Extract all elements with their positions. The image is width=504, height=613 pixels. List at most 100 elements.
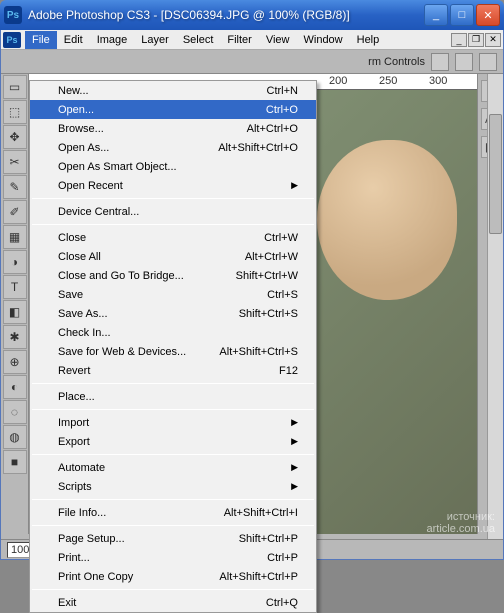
menu-item-new[interactable]: New...Ctrl+N — [30, 81, 316, 100]
close-button[interactable]: ✕ — [476, 4, 500, 26]
menu-item-check-in[interactable]: Check In... — [30, 323, 316, 342]
menu-shortcut: Alt+Ctrl+W — [225, 251, 298, 263]
menu-item-close[interactable]: CloseCtrl+W — [30, 228, 316, 247]
menu-item-close-and-go-to-bridge[interactable]: Close and Go To Bridge...Shift+Ctrl+W — [30, 266, 316, 285]
title-bar: Ps Adobe Photoshop CS3 - [DSC06394.JPG @… — [0, 0, 504, 30]
app-icon: Ps — [4, 6, 22, 24]
menu-layer[interactable]: Layer — [134, 31, 176, 49]
menu-view[interactable]: View — [259, 31, 297, 49]
menu-item-import[interactable]: Import▶ — [30, 413, 316, 432]
maximize-button[interactable]: □ — [450, 4, 474, 26]
menu-item-label: Check In... — [58, 327, 298, 339]
menu-item-label: Open... — [58, 104, 246, 116]
options-icon-3[interactable] — [479, 53, 497, 71]
menu-shortcut: Ctrl+P — [247, 552, 298, 564]
menu-item-automate[interactable]: Automate▶ — [30, 458, 316, 477]
menu-item-label: New... — [58, 85, 247, 97]
menu-bar: Ps File Edit Image Layer Select Filter V… — [1, 30, 503, 50]
menu-separator — [32, 525, 314, 526]
menu-shortcut: Alt+Ctrl+O — [227, 123, 298, 135]
minimize-button[interactable]: _ — [424, 4, 448, 26]
menu-item-print[interactable]: Print...Ctrl+P — [30, 548, 316, 567]
menu-filter[interactable]: Filter — [220, 31, 258, 49]
vertical-scrollbar[interactable] — [487, 74, 503, 539]
tool-10[interactable]: ✱ — [3, 325, 27, 349]
menu-shortcut: Ctrl+O — [246, 104, 298, 116]
menu-item-open-as-smart-object[interactable]: Open As Smart Object... — [30, 157, 316, 176]
menu-item-save[interactable]: SaveCtrl+S — [30, 285, 316, 304]
menu-item-label: Close and Go To Bridge... — [58, 270, 216, 282]
options-icon-1[interactable] — [431, 53, 449, 71]
tool-0[interactable]: ▭ — [3, 75, 27, 99]
menu-item-label: Exit — [58, 597, 246, 609]
menu-item-exit[interactable]: ExitCtrl+Q — [30, 593, 316, 612]
menu-item-open-as[interactable]: Open As...Alt+Shift+Ctrl+O — [30, 138, 316, 157]
menu-item-label: Print One Copy — [58, 571, 199, 583]
menu-item-close-all[interactable]: Close AllAlt+Ctrl+W — [30, 247, 316, 266]
menu-item-print-one-copy[interactable]: Print One CopyAlt+Shift+Ctrl+P — [30, 567, 316, 586]
menu-item-file-info[interactable]: File Info...Alt+Shift+Ctrl+I — [30, 503, 316, 522]
menu-item-label: File Info... — [58, 507, 204, 519]
menu-item-browse[interactable]: Browse...Alt+Ctrl+O — [30, 119, 316, 138]
tool-8[interactable]: T — [3, 275, 27, 299]
submenu-arrow-icon: ▶ — [291, 180, 298, 191]
menu-item-save-as[interactable]: Save As...Shift+Ctrl+S — [30, 304, 316, 323]
menu-item-label: Device Central... — [58, 206, 298, 218]
menu-item-label: Open Recent — [58, 180, 291, 192]
tool-13[interactable]: ◌ — [3, 400, 27, 424]
tool-6[interactable]: ▦ — [3, 225, 27, 249]
menu-item-label: Open As Smart Object... — [58, 161, 298, 173]
tool-2[interactable]: ✥ — [3, 125, 27, 149]
ruler-mark: 300 — [429, 75, 447, 87]
menu-item-page-setup[interactable]: Page Setup...Shift+Ctrl+P — [30, 529, 316, 548]
menu-item-label: Close — [58, 232, 244, 244]
menu-item-label: Save As... — [58, 308, 219, 320]
menu-item-label: Close All — [58, 251, 225, 263]
ruler-mark: 200 — [329, 75, 347, 87]
tool-14[interactable]: ◍ — [3, 425, 27, 449]
tool-1[interactable]: ⬚ — [3, 100, 27, 124]
mdi-restore-button[interactable]: ❐ — [468, 33, 484, 47]
tool-9[interactable]: ◧ — [3, 300, 27, 324]
menu-item-export[interactable]: Export▶ — [30, 432, 316, 451]
menu-item-save-for-web-devices[interactable]: Save for Web & Devices...Alt+Shift+Ctrl+… — [30, 342, 316, 361]
mdi-minimize-button[interactable]: _ — [451, 33, 467, 47]
menu-help[interactable]: Help — [350, 31, 387, 49]
submenu-arrow-icon: ▶ — [291, 462, 298, 473]
menu-item-place[interactable]: Place... — [30, 387, 316, 406]
menu-item-open-recent[interactable]: Open Recent▶ — [30, 176, 316, 195]
menu-window[interactable]: Window — [297, 31, 350, 49]
options-icon-2[interactable] — [455, 53, 473, 71]
tool-11[interactable]: ⊕ — [3, 350, 27, 374]
ps-icon: Ps — [3, 32, 21, 48]
watermark: источник: article.com.ua — [427, 511, 495, 535]
menu-image[interactable]: Image — [90, 31, 135, 49]
scrollbar-thumb[interactable] — [489, 114, 502, 234]
menu-shortcut: F12 — [259, 365, 298, 377]
menu-separator — [32, 383, 314, 384]
menu-item-label: Browse... — [58, 123, 227, 135]
options-label: rm Controls — [368, 56, 425, 68]
menu-item-label: Place... — [58, 391, 298, 403]
ruler-mark: 250 — [379, 75, 397, 87]
menu-item-label: Export — [58, 436, 291, 448]
menu-separator — [32, 499, 314, 500]
tool-12[interactable]: ◐ — [3, 375, 27, 399]
tool-3[interactable]: ✂ — [3, 150, 27, 174]
tool-5[interactable]: ✐ — [3, 200, 27, 224]
menu-item-scripts[interactable]: Scripts▶ — [30, 477, 316, 496]
menu-file[interactable]: File — [25, 31, 57, 49]
tool-4[interactable]: ✎ — [3, 175, 27, 199]
menu-item-device-central[interactable]: Device Central... — [30, 202, 316, 221]
menu-item-label: Revert — [58, 365, 259, 377]
menu-item-revert[interactable]: RevertF12 — [30, 361, 316, 380]
menu-edit[interactable]: Edit — [57, 31, 90, 49]
menu-select[interactable]: Select — [176, 31, 221, 49]
tool-15[interactable]: ■ — [3, 450, 27, 474]
menu-item-label: Save for Web & Devices... — [58, 346, 199, 358]
menu-item-open[interactable]: Open...Ctrl+O — [30, 100, 316, 119]
tool-7[interactable]: ◑ — [3, 250, 27, 274]
mdi-close-button[interactable]: ✕ — [485, 33, 501, 47]
menu-separator — [32, 224, 314, 225]
menu-separator — [32, 409, 314, 410]
